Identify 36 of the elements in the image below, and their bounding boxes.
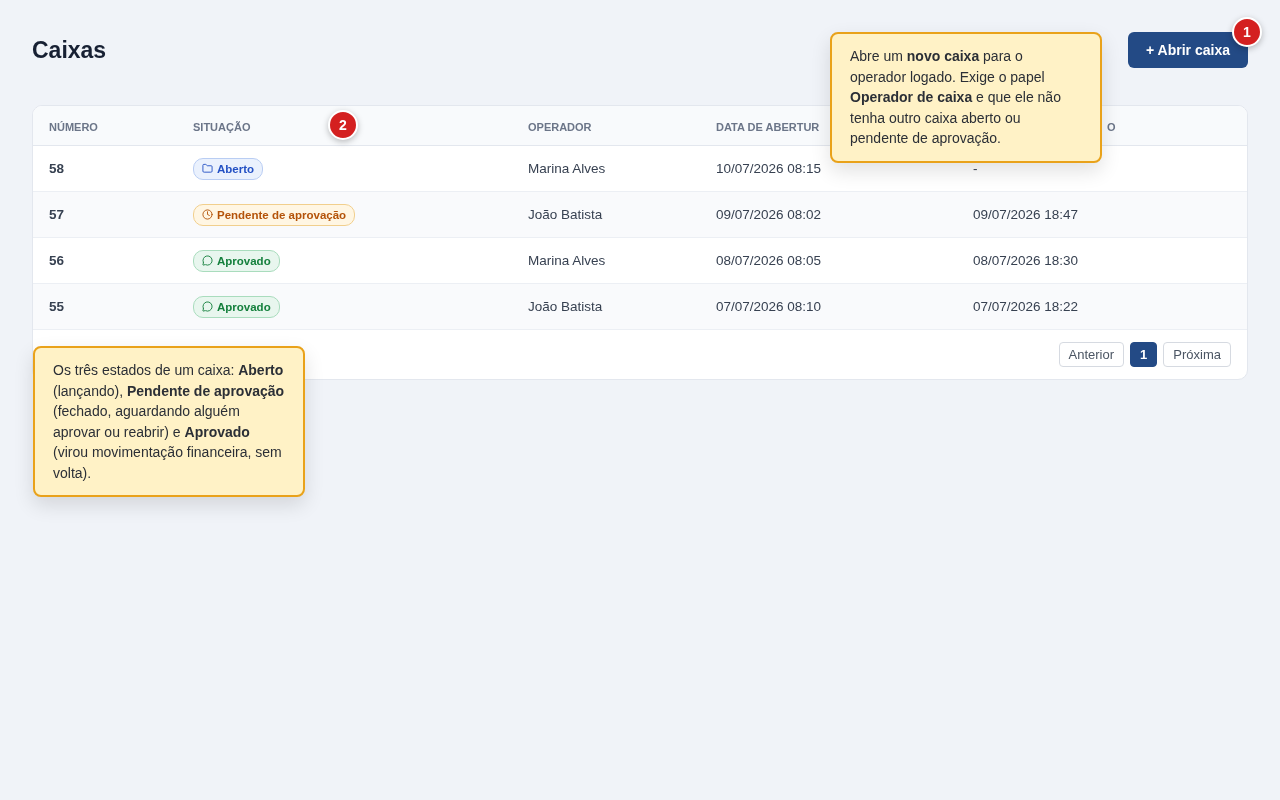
callout-note: Os três estados de um caixa: Aberto (lançando), Pendente de aprovação (fechado, aguardando alguém aprovar ou reabrir) e Aprovado (virou movimentação financeira, sem volta). — [33, 346, 305, 497]
table-cell-text: 07/07/2026 18:22 — [972, 299, 1080, 314]
status-badge: Aprovado — [193, 249, 280, 272]
table-cell-text: Marina Alves — [527, 253, 607, 268]
chat-bubble-icon — [202, 255, 213, 266]
column-header: NÚMERO — [49, 120, 98, 133]
status-badge: Aberto — [193, 157, 264, 180]
table-cell-text: Marina Alves — [527, 161, 607, 176]
clock-icon — [202, 209, 213, 220]
chat-bubble-icon — [202, 301, 213, 312]
table-cell-text: 10/07/2026 08:15 — [715, 161, 823, 176]
column-header: DATA DE ABERTUR — [716, 120, 820, 133]
pagination-button[interactable]: Próxima — [1163, 342, 1231, 367]
table-cell-text: 58 — [48, 161, 66, 176]
page-title: Caixas — [32, 36, 107, 64]
table-cell-text: João Batista — [527, 299, 604, 314]
column-header: OPERADOR — [528, 120, 592, 133]
pagination-button[interactable]: Anterior — [1058, 342, 1125, 367]
callout-note: Abre um novo caixa para o operador logado. Exige o papel Operador de caixa e que ele não tenha outro caixa aberto ou pendente de aprovação. — [830, 32, 1102, 163]
table-cell-text: 07/07/2026 08:10 — [715, 299, 823, 314]
pagination-button[interactable]: 1 — [1130, 342, 1158, 367]
table-cell-text: João Batista — [527, 207, 604, 222]
table-cell-text: 08/07/2026 08:05 — [715, 253, 823, 268]
table-cell-text: 57 — [48, 207, 66, 222]
table-cell-text: - — [972, 161, 979, 176]
column-header: SITUAÇÃO — [193, 120, 251, 133]
folder-icon — [202, 163, 213, 174]
step-marker: 1 — [1232, 17, 1262, 47]
table-cell-text: 08/07/2026 18:30 — [972, 253, 1080, 268]
status-badge: Aprovado — [193, 295, 280, 318]
table-cell-text: 55 — [48, 299, 66, 314]
table-cell-text: 09/07/2026 08:02 — [715, 207, 823, 222]
table-cell-text: 09/07/2026 18:47 — [972, 207, 1080, 222]
status-badge: Pendente de aprovação — [193, 203, 356, 226]
table-cell-text: 56 — [48, 253, 66, 268]
column-header: O — [1107, 120, 1116, 133]
